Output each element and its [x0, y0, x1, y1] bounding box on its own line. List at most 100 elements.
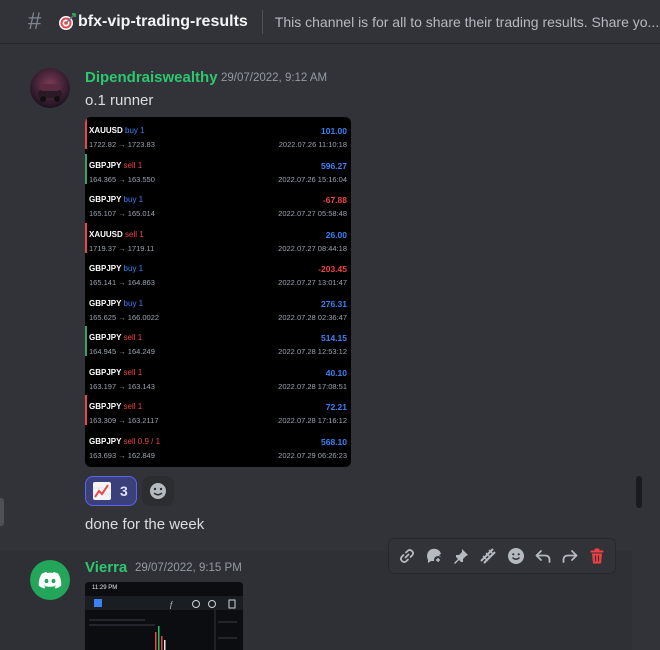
- delete-message-button[interactable]: [586, 545, 608, 567]
- emoji-icon: [150, 483, 166, 499]
- message-text: o.1 runner: [85, 92, 154, 109]
- add-reaction-toolbar-button[interactable]: [505, 545, 527, 567]
- trade-prices: 165.107 → 165.014: [89, 209, 155, 218]
- add-reaction-button[interactable]: [142, 476, 174, 506]
- trade-direction-bar: [85, 153, 87, 184]
- trade-prices: 163.197 → 163.143: [89, 381, 155, 391]
- trade-side: sell 1: [125, 229, 144, 239]
- trade-row: GBPJPY buy 1 165.141 → 164.863 -203.45 2022…: [85, 255, 351, 290]
- reply-thread-icon: [426, 548, 442, 564]
- apps-icon: [480, 548, 497, 564]
- channel-topic[interactable]: This channel is for all to share their t…: [275, 14, 659, 30]
- trade-side: sell 1: [123, 333, 143, 342]
- trade-symbol: GBPJPY buy 1: [89, 264, 144, 273]
- reaction-chip[interactable]: 3: [85, 476, 137, 506]
- trade-symbol: GBPJPY sell 1: [89, 402, 143, 411]
- forward-icon: [562, 550, 578, 563]
- trade-date: 2022.07.27 08:44:18: [278, 243, 347, 253]
- trade-side: buy 1: [125, 126, 145, 135]
- trade-direction-bar: [85, 395, 87, 425]
- trade-profit: 276.31: [321, 298, 347, 309]
- delete-icon: [590, 548, 604, 564]
- timestamp: 29/07/2022, 9:15 PM: [135, 562, 242, 574]
- avatar[interactable]: [30, 68, 70, 108]
- channel-name[interactable]: bfx-vip-trading-results: [78, 13, 248, 31]
- link-icon: [399, 549, 414, 563]
- trade-prices: 163.309 → 163.2117: [89, 416, 159, 425]
- emoji-icon: [507, 548, 524, 564]
- avatar[interactable]: [30, 560, 70, 600]
- trade-row: GBPJPY sell 1 164.945 → 164.249 514.15 2022…: [85, 324, 351, 359]
- trade-date: 2022.07.28 17:16:12: [278, 416, 347, 425]
- trade-row: XAUUSD buy 1 1722.82 → 1723.83 101.00 2022.…: [85, 117, 351, 152]
- pin-icon: [454, 549, 469, 564]
- trade-row: GBPJPY sell 1 163.309 → 163.2117 72.21 2022…: [85, 393, 351, 428]
- trade-profit: 101.00: [321, 126, 347, 136]
- trade-prices: 1722.82 → 1723.83: [89, 140, 155, 149]
- apps-button[interactable]: [477, 545, 499, 567]
- trade-date: 2022.07.26 11:10:18: [278, 140, 347, 149]
- trade-symbol: GBPJPY sell 1: [89, 160, 143, 170]
- trade-profit: 26.00: [325, 229, 347, 240]
- message-text: done for the week: [85, 516, 205, 533]
- username[interactable]: Vierra: [85, 559, 127, 576]
- username[interactable]: Dipendraiswealthy: [85, 69, 218, 86]
- screenshot-status-time: 11:29 PM: [92, 585, 118, 591]
- chart-increasing-icon: [93, 482, 111, 500]
- scrollbar-thumb[interactable]: [636, 476, 642, 508]
- trade-profit: 596.27: [321, 160, 347, 171]
- trade-prices: 165.625 → 166.0022: [89, 312, 160, 322]
- trade-profit: -67.88: [322, 195, 347, 205]
- trade-side: buy 1: [123, 298, 144, 308]
- channel-header: # bfx-vip-trading-results This channel i…: [0, 0, 660, 44]
- trade-side: sell 1: [123, 367, 143, 377]
- trade-profit: 72.21: [325, 402, 347, 412]
- hashtag-icon: #: [28, 7, 42, 35]
- trade-symbol: XAUUSD sell 1: [89, 229, 144, 239]
- trade-date: 2022.07.28 12:53:12: [278, 347, 347, 356]
- trade-symbol: GBPJPY sell 0.9 / 1: [89, 436, 161, 446]
- trade-date: 2022.07.26 15:16:04: [278, 174, 347, 184]
- trade-date: 2022.07.27 13:01:47: [278, 278, 347, 287]
- message-actions-toolbar: [388, 538, 616, 574]
- copy-link-button[interactable]: [396, 545, 418, 567]
- trade-row: GBPJPY sell 0.9 / 1 163.693 → 162.849 568.…: [85, 428, 351, 463]
- trading-app-screenshot[interactable]: f 11:29 PM: [85, 582, 243, 650]
- trade-direction-bar: [85, 326, 87, 356]
- discord-logo-icon: [38, 572, 62, 589]
- trade-prices: 164.945 → 164.249: [89, 347, 155, 356]
- trade-side: buy 1: [123, 264, 144, 273]
- trade-symbol: GBPJPY buy 1: [89, 298, 144, 308]
- trade-date: 2022.07.29 06:26:23: [278, 450, 347, 460]
- trade-prices: 1719.37 → 1719.11: [89, 243, 155, 253]
- create-thread-button[interactable]: [423, 545, 445, 567]
- trade-date: 2022.07.27 05:58:48: [278, 209, 347, 218]
- trade-date: 2022.07.28 17:08:51: [278, 381, 347, 391]
- trade-symbol: XAUUSD buy 1: [89, 126, 145, 135]
- trade-row: XAUUSD sell 1 1719.37 → 1719.11 26.00 2022.…: [85, 221, 351, 256]
- reply-button[interactable]: [532, 545, 554, 567]
- trade-side: sell 0.9 / 1: [123, 436, 161, 446]
- trade-profit: 514.15: [321, 333, 347, 343]
- trade-row: GBPJPY buy 1 165.625 → 166.0022 276.31 2022…: [85, 290, 351, 325]
- trade-history-image[interactable]: XAUUSD buy 1 1722.82 → 1723.83 101.00 2022.…: [85, 117, 351, 467]
- reaction-count: 3: [120, 483, 128, 499]
- trade-direction-bar: [85, 119, 87, 149]
- pin-message-button[interactable]: [450, 545, 472, 567]
- reply-icon: [535, 550, 551, 563]
- trade-row: GBPJPY buy 1 165.107 → 165.014 -67.88 2022.…: [85, 186, 351, 221]
- trade-profit: 40.10: [325, 367, 347, 378]
- trade-side: sell 1: [123, 402, 143, 411]
- trade-date: 2022.07.28 02:36:47: [278, 312, 347, 322]
- trade-prices: 164.365 → 163.550: [89, 174, 155, 184]
- forward-button[interactable]: [559, 545, 581, 567]
- sidebar-edge-handle[interactable]: [0, 498, 4, 526]
- trade-row: GBPJPY sell 1 164.365 → 163.550 596.27 2022…: [85, 152, 351, 187]
- direct-hit-icon: [59, 12, 76, 30]
- trade-row: GBPJPY sell 1 163.197 → 163.143 40.10 2022.…: [85, 359, 351, 394]
- trade-profit: 568.10: [321, 436, 347, 447]
- trade-side: buy 1: [123, 195, 144, 204]
- header-divider: [261, 9, 263, 34]
- trade-side: sell 1: [123, 160, 143, 170]
- timestamp: 29/07/2022, 9:12 AM: [221, 72, 328, 84]
